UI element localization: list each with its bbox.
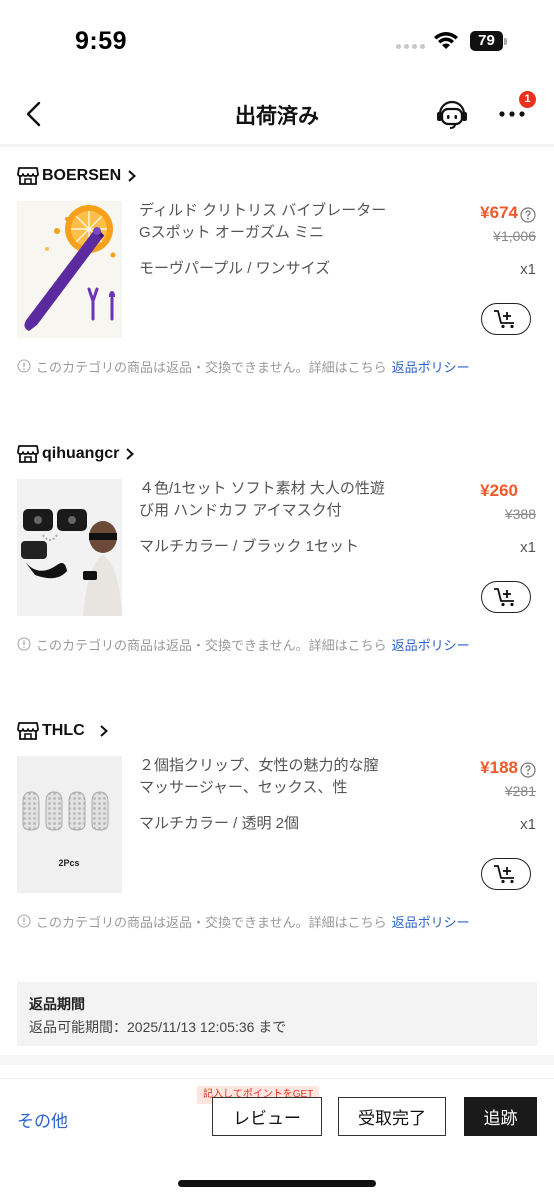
chevron-right-icon (99, 725, 108, 737)
status-bar: 9:59 79 (0, 0, 554, 80)
other-options-link[interactable]: その他 (17, 1107, 68, 1132)
policy-text: このカテゴリの商品は返品・交換できません。詳細はこちら (36, 359, 387, 375)
status-time: 9:59 (75, 27, 128, 55)
return-period-title: 返品期間 (29, 996, 85, 1012)
store-header[interactable]: qihuangcr (17, 441, 135, 467)
home-indicator (178, 1180, 376, 1187)
chevron-right-icon (128, 170, 137, 182)
track-button[interactable]: 追跡 (464, 1097, 537, 1136)
return-policy-link[interactable]: 返品ポリシー (392, 357, 470, 376)
product-price: ¥674 (480, 203, 518, 222)
policy-text: このカテゴリの商品は返品・交換できません。詳細はこちら (36, 637, 387, 653)
product-quantity: x1 (520, 539, 536, 556)
info-icon (17, 359, 31, 373)
return-policy-notice: このカテゴリの商品は返品・交換できません。詳細はこちら 返品ポリシー (17, 634, 470, 654)
add-to-cart-button[interactable] (481, 858, 531, 890)
product-title[interactable]: ４色/1セット ソフト素材 大人の性遊び用 ハンドカフ アイマスク付 (139, 478, 387, 522)
add-to-cart-button[interactable] (481, 303, 531, 335)
return-policy-notice: このカテゴリの商品は返品・交換できません。詳細はこちら 返品ポリシー (17, 911, 470, 931)
info-icon (17, 914, 31, 928)
wifi-icon (434, 32, 458, 49)
cart-add-icon (494, 310, 514, 329)
review-button[interactable]: レビュー (212, 1097, 322, 1136)
signal-icon (396, 44, 425, 49)
nav-bar: 出荷済み (0, 80, 554, 146)
cart-add-icon (494, 588, 514, 607)
return-policy-notice: このカテゴリの商品は返品・交換できません。詳細はこちら 返品ポリシー (17, 356, 470, 376)
image-label: 2Pcs (58, 858, 79, 868)
notification-badge: 1 (519, 91, 536, 108)
policy-text: このカテゴリの商品は返品・交換できません。詳細はこちら (36, 914, 387, 930)
product-price: ¥188 (480, 758, 518, 777)
return-period-box: 返品期間 返品可能期間：2025/11/13 12:05:36 まで (17, 982, 537, 1046)
add-to-cart-button[interactable] (481, 581, 531, 613)
cart-add-icon (494, 865, 514, 884)
page-title: 出荷済み (235, 105, 319, 128)
divider (0, 1055, 554, 1065)
divider (0, 144, 554, 147)
product-image[interactable] (17, 201, 122, 338)
store-icon (17, 445, 39, 463)
info-icon[interactable] (520, 762, 536, 778)
product-variant: モーヴパープル / ワンサイズ (139, 260, 331, 277)
battery-level: 79 (470, 31, 503, 51)
product-image[interactable]: 2Pcs (17, 756, 122, 893)
info-icon (17, 637, 31, 651)
product-price: ¥260 (480, 481, 518, 500)
chevron-right-icon (126, 448, 135, 460)
store-name: THLC (42, 722, 85, 739)
store-header[interactable]: BOERSEN (17, 163, 137, 189)
store-header[interactable]: THLC (17, 718, 109, 744)
return-policy-link[interactable]: 返品ポリシー (392, 635, 470, 654)
return-period-text: 返品可能期間：2025/11/13 12:05:36 まで (29, 1019, 287, 1035)
product-quantity: x1 (520, 261, 536, 278)
product-variant: マルチカラー / ブラック 1セット (139, 538, 360, 555)
product-quantity: x1 (520, 816, 536, 833)
store-section: BOERSEN ディルド クリトリス バイブレーター Gスポット オーガズム ミ… (0, 163, 554, 393)
info-icon[interactable] (520, 207, 536, 223)
product-variant: マルチカラー / 透明 2個 (139, 815, 300, 832)
store-section: THLC 2Pcs ２個指クリップ、女性の魅力的な膣マッサージャー、セックス、性… (0, 718, 554, 948)
store-icon (17, 722, 39, 740)
battery-icon: 79 (470, 31, 508, 51)
store-name: BOERSEN (42, 167, 122, 184)
product-title[interactable]: ２個指クリップ、女性の魅力的な膣マッサージャー、セックス、性 (139, 755, 387, 799)
confirm-received-button[interactable]: 受取完了 (338, 1097, 446, 1136)
return-policy-link[interactable]: 返品ポリシー (392, 912, 470, 931)
original-price: ¥281 (504, 783, 536, 799)
original-price: ¥388 (504, 506, 536, 522)
store-name: qihuangcr (42, 445, 120, 462)
customer-service-icon[interactable] (435, 98, 469, 130)
product-image[interactable] (17, 479, 122, 616)
store-section: qihuangcr ４色/1セット ソフト素材 大人の性遊び用 ハンドカフ アイ… (0, 441, 554, 671)
original-price: ¥1,006 (493, 228, 536, 244)
product-title[interactable]: ディルド クリトリス バイブレーター Gスポット オーガズム ミニ (139, 200, 387, 244)
store-icon (17, 167, 39, 185)
